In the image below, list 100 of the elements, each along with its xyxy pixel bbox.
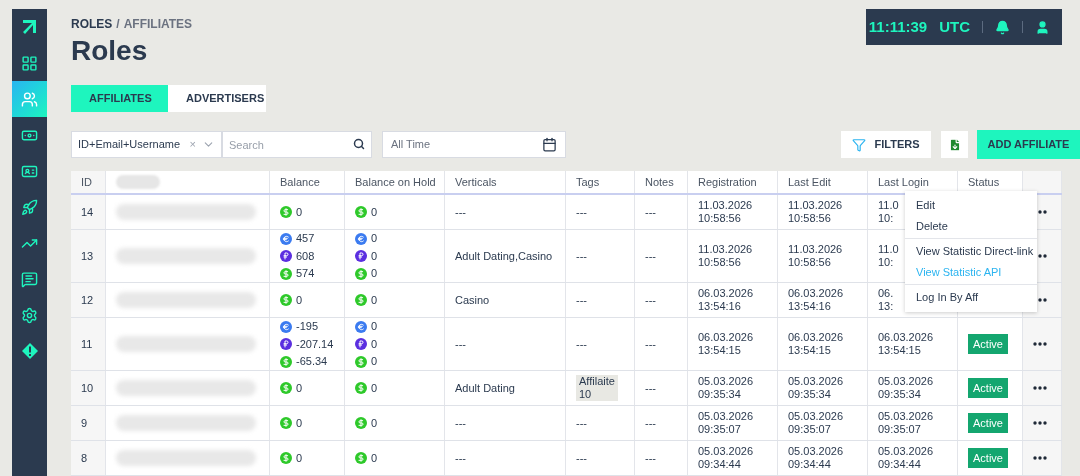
date-time: 05.03.2026 09:35:07	[788, 410, 844, 436]
date-time: 11.03.2026 10:58:56	[698, 199, 753, 225]
dollar-coin-icon	[355, 267, 367, 280]
date-time: 11.03.2026 10:58:56	[698, 243, 753, 269]
status-badge: Active	[968, 333, 1008, 355]
table-cell-text: Adult Dating,Casino	[455, 248, 553, 264]
date-time: 06.03.2026 13:54:15	[788, 331, 844, 357]
status-badge: Active	[968, 377, 1008, 399]
date-time: 05.03.2026 09:35:07	[698, 410, 754, 436]
filters-button[interactable]: FILTERS	[841, 131, 931, 158]
table-cell-text: ---	[645, 292, 656, 308]
dollar-coin-icon	[355, 417, 367, 429]
table-cell-text: ---	[576, 292, 587, 308]
table-cell-text: ---	[455, 204, 466, 220]
more-icon	[1033, 421, 1047, 425]
amount: -195	[296, 319, 319, 335]
export-button[interactable]	[941, 131, 968, 158]
table-cell-text: ---	[645, 204, 656, 220]
status-badge: Active	[968, 447, 1008, 469]
table-cell-text: ---	[645, 380, 656, 396]
dollar-coin-icon	[280, 382, 292, 394]
table-cell: 9	[71, 406, 106, 440]
menu-item[interactable]: Delete	[905, 215, 1037, 236]
settings-icon	[21, 306, 38, 324]
users-icon	[21, 90, 38, 108]
dollar-coin-icon	[280, 417, 292, 429]
amount: 0	[371, 266, 378, 282]
amount: 0	[371, 248, 378, 264]
tag: Affilaite 10	[576, 375, 618, 401]
date-time: 05.03.2026 09:35:07	[878, 410, 934, 436]
table-cell-text: ---	[576, 450, 587, 466]
column-header: ID	[71, 171, 106, 193]
table-cell-text: ---	[455, 415, 466, 431]
table-cell-text: ---	[455, 336, 466, 352]
menu-item[interactable]: View Statistic Direct-link	[905, 241, 1037, 262]
date-time: 11.03.2026 10:58:56	[788, 199, 843, 225]
breadcrumb-current: AFFILIATES	[123, 16, 193, 33]
calendar-icon	[542, 137, 557, 152]
amount: 574	[296, 266, 315, 282]
dollar-coin-icon	[355, 382, 367, 394]
dollar-coin-icon	[355, 294, 367, 306]
more-icon	[1033, 456, 1047, 460]
euro-coin-icon	[280, 232, 292, 245]
status-badge: Active	[968, 412, 1008, 434]
amount: 0	[296, 204, 303, 220]
table-cell: 13	[71, 230, 106, 282]
column-header: Verticals	[445, 171, 566, 193]
more-icon	[1033, 386, 1047, 390]
amount: 0	[296, 450, 303, 466]
breadcrumb-link[interactable]: ROLES	[71, 15, 113, 33]
search-field[interactable]: Search	[222, 131, 372, 158]
table-cell-text: ---	[645, 336, 656, 352]
table-cell-text: ---	[576, 248, 587, 264]
table-cell-text: ---	[576, 415, 587, 431]
dollar-coin-icon	[280, 294, 292, 306]
date-time: 05.03.2026 09:34:44	[878, 445, 934, 471]
search-by-select[interactable]: ID+Email+Username ×	[71, 131, 222, 158]
tab[interactable]: AFFILIATES	[71, 85, 168, 112]
menu-item[interactable]: Edit	[905, 195, 1037, 216]
date-time: 05.03.2026 09:35:34	[788, 375, 844, 401]
column-header: Notes	[635, 171, 688, 193]
amount: 0	[371, 319, 378, 335]
date-time: 05.03.2026 09:35:34	[698, 375, 754, 401]
table-cell-text: ---	[645, 450, 656, 466]
add-affiliate-button[interactable]: ADD AFFILIATE	[977, 130, 1080, 159]
dashboard-icon	[21, 54, 38, 72]
date-time: 11.03.2026 10:58:56	[788, 243, 843, 269]
clock-time: 11:11:39	[868, 16, 928, 37]
column-header: Balance	[270, 171, 345, 193]
date-range-field[interactable]: All Time	[382, 131, 566, 158]
tab[interactable]: ADVERTISERS	[168, 85, 266, 112]
column-header: Registration	[688, 171, 778, 193]
ruble-coin-icon	[355, 250, 367, 262]
date-time: 05.03.2026 09:34:44	[698, 445, 754, 471]
amount: 608	[296, 248, 315, 264]
date-time: 05.03.2026 09:34:44	[788, 445, 844, 471]
date-time: 06.03.2026 13:54:16	[788, 287, 844, 313]
table-cell-text: Adult Dating	[455, 380, 515, 396]
column-header: Tags	[566, 171, 635, 193]
ruble-coin-icon	[355, 338, 367, 350]
search-icon	[353, 138, 365, 150]
date-time: 11.0 10:	[878, 243, 899, 269]
time-zone: UTC	[939, 16, 970, 37]
amount: 0	[296, 415, 303, 431]
user-button[interactable]	[1035, 19, 1050, 35]
column-header: Balance on Hold	[345, 171, 445, 193]
amount: -65.34	[296, 354, 328, 370]
table-cell-text: Casino	[455, 292, 490, 308]
table-cell: 12	[71, 283, 106, 317]
notifications-button[interactable]	[995, 19, 1010, 35]
table-cell: 14	[71, 195, 106, 229]
alert-icon	[21, 343, 38, 359]
amount: 457	[296, 231, 315, 247]
blurred-heading	[116, 175, 160, 189]
amount: 0	[371, 450, 378, 466]
amount: 0	[296, 292, 303, 308]
amount: 0	[371, 354, 378, 370]
dollar-coin-icon	[355, 355, 367, 368]
menu-item[interactable]: Log In By Aff	[905, 287, 1037, 308]
dollar-coin-icon	[280, 355, 292, 368]
